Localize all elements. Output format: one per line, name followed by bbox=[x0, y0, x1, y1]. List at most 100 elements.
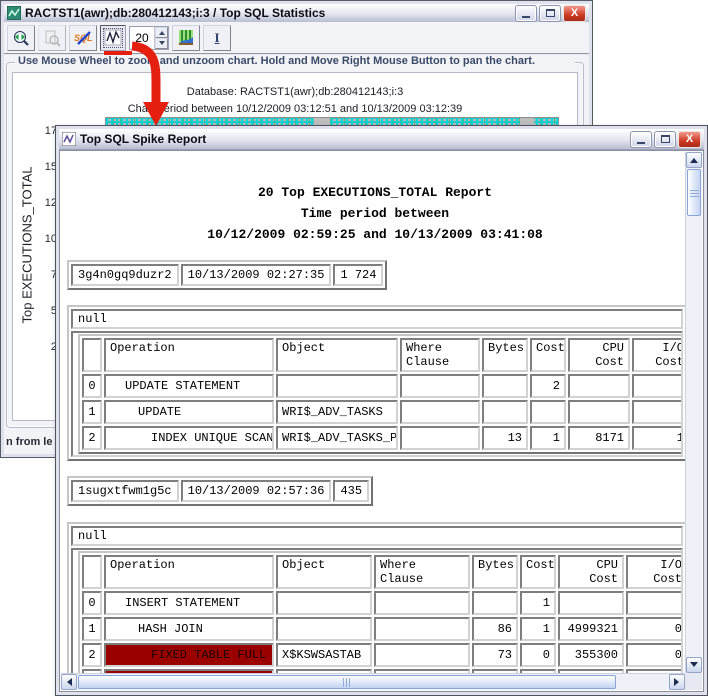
plan-cell: HASH JOIN bbox=[104, 617, 274, 641]
report-client-area: 20 Top EXECUTIONS_TOTAL Report Time peri… bbox=[59, 150, 704, 692]
plan-cell bbox=[374, 591, 470, 615]
plan-cell bbox=[276, 617, 372, 641]
plan-row: 0INSERT STATEMENT 1 bbox=[82, 591, 683, 615]
plan-cell: INSERT STATEMENT bbox=[104, 591, 274, 615]
report-subheading: Time period between bbox=[65, 203, 685, 224]
close-button[interactable]: X bbox=[678, 131, 701, 148]
maximize-button[interactable] bbox=[539, 5, 561, 22]
plan-cell: 0 bbox=[82, 374, 102, 398]
plan-cell: 355300 bbox=[558, 643, 624, 667]
column-header: Bytes bbox=[482, 338, 528, 372]
report-content: 20 Top EXECUTIONS_TOTAL Report Time peri… bbox=[61, 152, 685, 673]
plan-cell: UPDATE bbox=[104, 400, 274, 424]
column-header: I/O Cost bbox=[626, 555, 683, 589]
plan-label-cell: null bbox=[71, 526, 683, 546]
plan-cell: 13 bbox=[482, 426, 528, 450]
column-header: Where Clause bbox=[400, 338, 480, 372]
mouse-hint-label: Use Mouse Wheel to zoom and unzoom chart… bbox=[15, 55, 575, 67]
plan-cell: 1 bbox=[632, 426, 683, 450]
plan-table: OperationObjectWhere ClauseBytesCostCPU … bbox=[78, 334, 683, 454]
plan-cell bbox=[558, 591, 624, 615]
minimize-button[interactable] bbox=[630, 131, 652, 148]
toolbar: SQL 20 I bbox=[4, 22, 589, 55]
sample-time-cell: 10/13/2009 02:57:36 bbox=[181, 480, 332, 502]
front-window-title: Top SQL Spike Report bbox=[80, 132, 624, 146]
close-button[interactable]: X bbox=[563, 5, 586, 22]
thumb-grip-icon bbox=[690, 189, 699, 197]
spike-report-button[interactable] bbox=[100, 25, 126, 51]
y-axis-ticks: 17 15 12 10 7 5 2 bbox=[13, 73, 59, 420]
chart-style-button[interactable] bbox=[172, 25, 200, 51]
arrow-left-icon bbox=[63, 678, 72, 686]
colored-chart-icon bbox=[177, 29, 195, 47]
plan-cell: UPDATE STATEMENT bbox=[104, 374, 274, 398]
zoom-fit-button[interactable] bbox=[7, 25, 35, 51]
column-header: CPU Cost bbox=[558, 555, 624, 589]
front-window-body: Top SQL Spike Report X 20 Top EXECUTIONS… bbox=[59, 129, 704, 692]
column-header: Object bbox=[276, 338, 398, 372]
column-header: Cost bbox=[530, 338, 566, 372]
maximize-button[interactable] bbox=[654, 131, 676, 148]
back-window-controls: X bbox=[513, 5, 586, 22]
vertical-scrollbar-thumb[interactable] bbox=[687, 169, 701, 216]
scrollbar-corner bbox=[685, 673, 702, 690]
back-title-bar[interactable]: RACTST1(awr);db:280412143;i:3 / Top SQL … bbox=[4, 4, 589, 23]
plan-row: 2INDEX UNIQUE SCANWRI$_ADV_TASKS_PK 1318… bbox=[82, 426, 683, 450]
column-header: Where Clause bbox=[374, 555, 470, 589]
plan-cell: 0 bbox=[626, 643, 683, 667]
table-row: 3g4n0gq9duzr2 10/13/2009 02:27:35 1 724 bbox=[71, 264, 383, 286]
interval-button[interactable]: I bbox=[203, 25, 231, 51]
plan-cell: 1 bbox=[82, 400, 102, 424]
scroll-down-button[interactable] bbox=[686, 657, 702, 673]
plan-row: 2FIXED TABLE FULLX$KSWSASTAB 7303553000 bbox=[82, 643, 683, 667]
horizontal-scrollbar-thumb[interactable] bbox=[78, 675, 616, 689]
plan-cell bbox=[482, 374, 528, 398]
plan-cell: 73 bbox=[472, 643, 518, 667]
plan-header-row: OperationObjectWhere ClauseBytesCostCPU … bbox=[82, 555, 683, 589]
plan-cell: 1 bbox=[520, 617, 556, 641]
plan-cell: WRI$_ADV_TASKS bbox=[276, 400, 398, 424]
plan-cell: 2 bbox=[82, 643, 102, 667]
letter-i-icon: I bbox=[214, 30, 219, 46]
vertical-scrollbar[interactable] bbox=[685, 152, 702, 673]
scroll-right-button[interactable] bbox=[669, 674, 685, 690]
sql-lookup-button[interactable]: SQL bbox=[69, 25, 97, 51]
sql-summary-table: 1sugxtfwm1g5c 10/13/2009 02:57:36 435 bbox=[67, 476, 373, 506]
plan-row: 1UPDATEWRI$_ADV_TASKS bbox=[82, 400, 683, 424]
scroll-left-button[interactable] bbox=[61, 674, 77, 690]
horizontal-scrollbar[interactable] bbox=[61, 673, 685, 690]
minimize-button[interactable] bbox=[515, 5, 537, 22]
arrow-up-icon bbox=[690, 154, 698, 163]
plan-cell: 86 bbox=[472, 617, 518, 641]
column-header: Bytes bbox=[472, 555, 518, 589]
plan-cell bbox=[530, 400, 566, 424]
magnifier-document-icon bbox=[43, 29, 61, 47]
database-label: Database: RACTST1(awr);db:280412143;i:3 bbox=[13, 86, 577, 98]
table-row: null bbox=[71, 526, 683, 546]
thumb-grip-icon bbox=[343, 678, 351, 687]
front-title-bar[interactable]: Top SQL Spike Report X bbox=[59, 129, 704, 150]
plan-cell bbox=[276, 374, 398, 398]
plan-cell: X$KSWSASTAB bbox=[276, 643, 372, 667]
arrow-down-icon bbox=[690, 662, 698, 671]
plan-label-cell: null bbox=[71, 309, 683, 329]
plan-table: OperationObjectWhere ClauseBytesCostCPU … bbox=[78, 551, 683, 673]
scroll-up-button[interactable] bbox=[686, 152, 702, 168]
plan-cell: 2 bbox=[530, 374, 566, 398]
sql-pencil-icon: SQL bbox=[73, 29, 93, 47]
plan-cell: 2 bbox=[82, 426, 102, 450]
sql-id-cell: 3g4n0gq9duzr2 bbox=[71, 264, 179, 286]
app-chart-icon bbox=[7, 6, 21, 20]
plan-cell bbox=[568, 374, 630, 398]
plan-cell: 0 bbox=[626, 617, 683, 641]
zoom-copy-button bbox=[38, 25, 66, 51]
chart-period-label: Chart period between 10/12/2009 03:12:51… bbox=[13, 103, 577, 115]
sql-summary-table: 3g4n0gq9duzr2 10/13/2009 02:27:35 1 724 bbox=[67, 260, 387, 290]
plan-cell bbox=[400, 374, 480, 398]
spinner-up-button[interactable] bbox=[155, 27, 168, 38]
plan-cell bbox=[374, 643, 470, 667]
sql-id-cell: 1sugxtfwm1g5c bbox=[71, 480, 179, 502]
back-window-title: RACTST1(awr);db:280412143;i:3 / Top SQL … bbox=[25, 6, 509, 20]
column-header: I/O Cost bbox=[632, 338, 683, 372]
annotation-arrow-icon bbox=[126, 38, 176, 130]
